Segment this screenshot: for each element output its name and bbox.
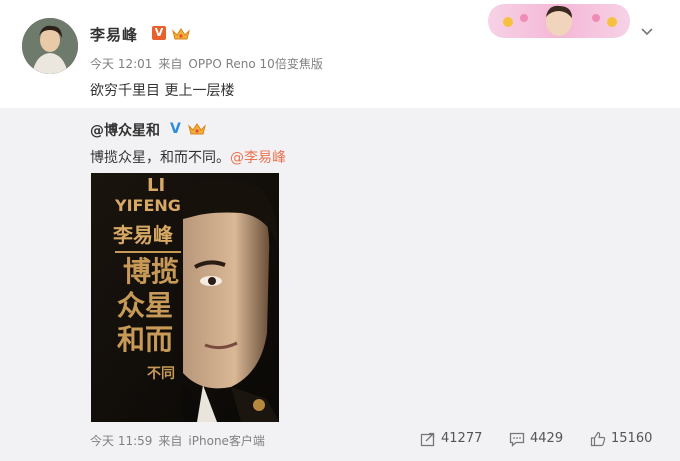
poster-title-name: 李易峰 (113, 223, 173, 247)
poster-line-5: 众星 (117, 289, 174, 322)
profile-decoration-banner (488, 4, 630, 38)
like-count: 15160 (611, 431, 653, 446)
repost-source[interactable]: iPhone客户端 (188, 434, 265, 448)
repost-meta: 今天 11:59 来自 iPhone客户端 (90, 432, 271, 449)
repost-time[interactable]: 今天 11:59 (90, 434, 152, 448)
comment-icon (509, 432, 525, 447)
repost-source-prefix: 来自 (158, 434, 183, 448)
verified-badge: V (152, 26, 166, 40)
post-source-prefix: 来自 (158, 57, 183, 71)
poster-line-6: 和而 (117, 323, 174, 356)
forward-button[interactable]: 41277 (420, 430, 482, 448)
author-name[interactable]: 李易峰 (90, 24, 138, 45)
repost-author-name[interactable]: @博众星和 (90, 120, 160, 140)
repost-mention[interactable]: @李易峰 (230, 150, 286, 166)
post-text: 欲穷千里目 更上一层楼 (90, 83, 235, 99)
poster-divider (115, 251, 181, 253)
poster-line-7: 不同 (147, 366, 175, 382)
poster-title-li: LI (147, 175, 166, 196)
author-avatar[interactable] (22, 18, 78, 74)
crown-icon (188, 121, 206, 135)
post-source[interactable]: OPPO Reno 10倍变焦版 (188, 57, 322, 71)
post-meta: 今天 12:01 来自 OPPO Reno 10倍变焦版 (90, 55, 329, 72)
post-time[interactable]: 今天 12:01 (90, 57, 152, 71)
poster-line-4: 博揽 (123, 255, 180, 288)
like-icon (590, 431, 606, 446)
chevron-down-icon[interactable] (640, 22, 654, 36)
repost-verified-badge: V (170, 121, 181, 137)
repost-text-body: 博揽众星，和而不同。 (90, 150, 230, 166)
forward-count: 41277 (441, 431, 483, 446)
like-button[interactable]: 15160 (590, 430, 652, 448)
repost-text: 博揽众星，和而不同。@李易峰 (90, 147, 286, 167)
comment-button[interactable]: 4429 (509, 430, 563, 448)
poster-title-yifeng: YIFENG (115, 196, 181, 215)
forward-icon (420, 432, 435, 446)
comment-count: 4429 (530, 431, 564, 446)
repost-image[interactable]: LI YIFENG 李易峰 博揽 众星 和而 不同 (91, 173, 279, 422)
crown-icon (172, 26, 190, 40)
